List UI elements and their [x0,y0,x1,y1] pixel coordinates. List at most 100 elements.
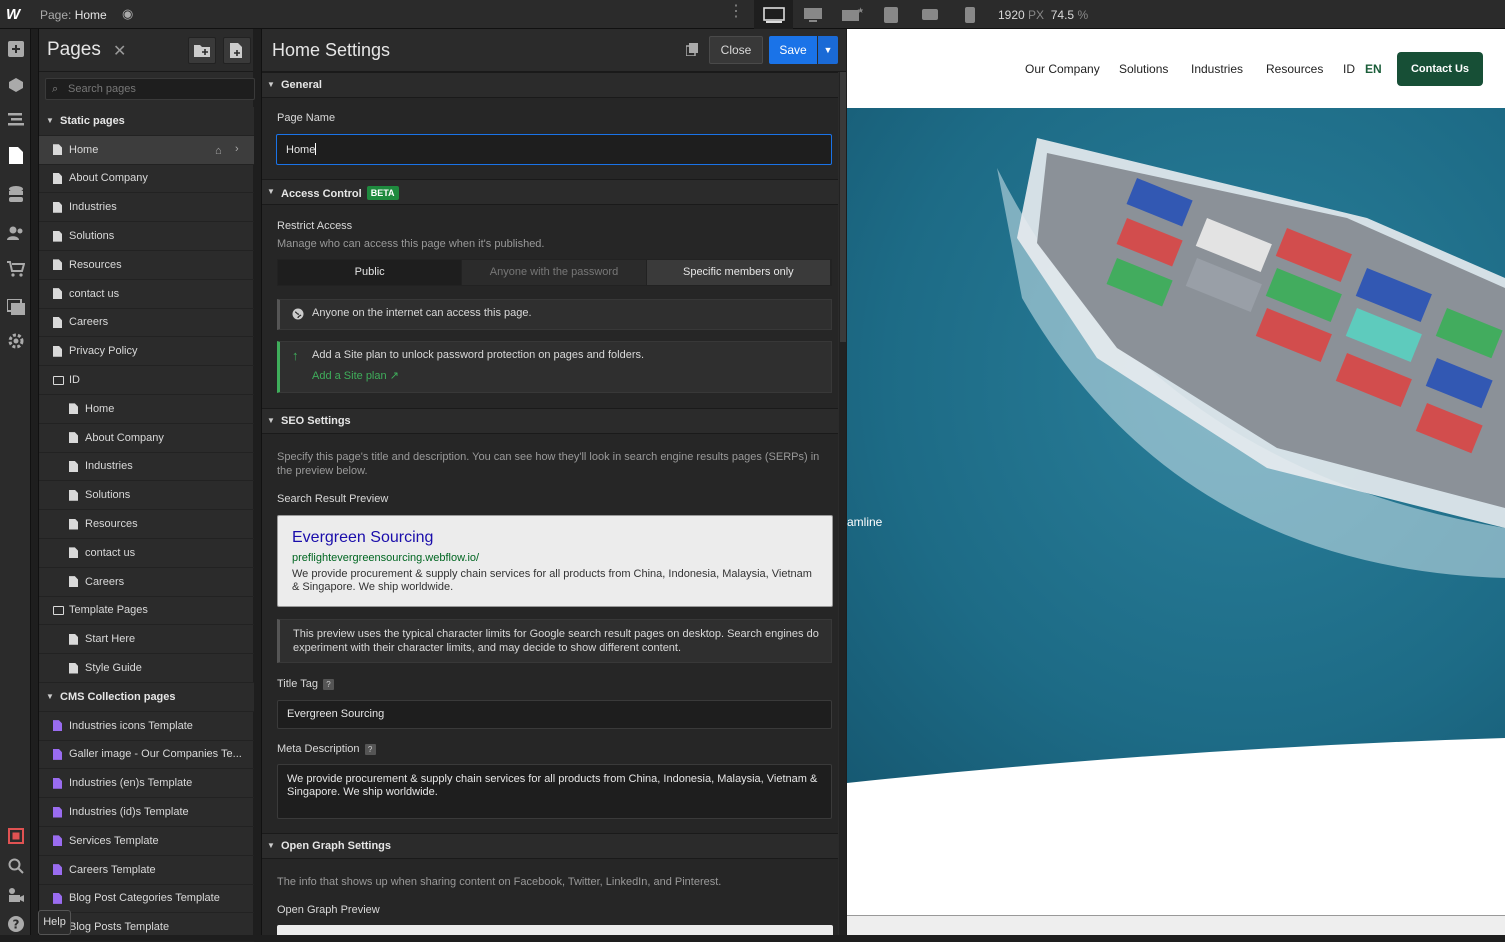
webflow-logo-icon[interactable]: W [6,6,24,23]
new-page-button[interactable] [223,37,251,64]
add-site-plan-link[interactable]: Add a Site plan ↗ [312,369,831,382]
page-item[interactable]: About Company [39,424,254,453]
page-label: Solutions [69,230,115,243]
access-option-public[interactable]: Public [278,260,463,285]
settings-title: Home Settings [272,40,391,60]
save-options-chevron-icon[interactable]: ▼ [818,36,838,64]
cms-page-item[interactable]: Galler image - Our Companies Te... [39,741,254,770]
cms-page-item[interactable]: Blog Posts Template [39,913,254,942]
large-desktop-breakpoint-icon[interactable] [793,0,832,29]
current-page-indicator[interactable]: Page: Home [40,8,107,22]
assets-icon[interactable] [6,297,25,316]
page-item[interactable]: Resources [39,251,254,280]
nav-industries[interactable]: Industries [1191,62,1243,76]
page-item[interactable]: Industries [39,453,254,482]
cms-page-item[interactable]: Services Template [39,827,254,856]
page-name-field[interactable]: Home [276,134,832,165]
page-item[interactable]: Resources [39,510,254,539]
nav-lang-id[interactable]: ID [1343,62,1355,76]
save-button[interactable]: Save [769,36,817,64]
page-item[interactable]: About Company [39,165,254,194]
video-tutorials-icon[interactable] [6,885,25,904]
page-label: Start Here [85,633,136,646]
meta-label-text: Meta Description [277,743,360,755]
mobile-landscape-breakpoint-icon[interactable] [910,0,949,29]
page-label: Blog Posts Template [69,921,170,934]
cms-page-item[interactable]: Industries icons Template [39,712,254,741]
folder-item-template[interactable]: Template Pages [39,597,254,626]
close-pages-panel-icon[interactable]: ✕ [113,41,126,61]
page-item[interactable]: Home ⌂ › [39,135,254,165]
cms-page-item[interactable]: Blog Post Categories Template [39,885,254,914]
duplicate-page-icon[interactable] [685,43,698,59]
page-icon [53,172,62,184]
nav-lang-en[interactable]: EN [1365,62,1382,76]
title-tag-field[interactable]: Evergreen Sourcing [277,700,832,729]
page-item[interactable]: Solutions [39,222,254,251]
xl-breakpoint-icon[interactable]: ★ [832,0,871,29]
navigator-icon[interactable] [6,110,25,129]
folder-item-id[interactable]: ID [39,366,254,395]
design-canvas[interactable]: Our Company Solutions Industries Resourc… [847,29,1505,935]
page-item[interactable]: Style Guide [39,654,254,683]
title-tag-text: Title Tag [277,678,318,690]
cms-page-item[interactable]: Industries (id)s Template [39,798,254,827]
title-tag-help-icon[interactable]: ? [322,679,334,690]
nav-solutions[interactable]: Solutions [1119,62,1168,76]
settings-gear-icon[interactable] [6,331,25,350]
preview-eye-icon[interactable]: ◉ [122,6,133,22]
og-preview-label: Open Graph Preview [277,904,380,916]
page-settings-chevron-icon[interactable]: › [235,143,239,155]
seo-header-label: SEO Settings [281,415,351,427]
tablet-breakpoint-icon[interactable] [871,0,910,29]
meta-description-field[interactable]: We provide procurement & supply chain se… [277,764,832,819]
cms-page-item[interactable]: Industries (en)s Template [39,769,254,799]
help-icon[interactable]: ? [6,914,25,933]
general-section-header[interactable]: ▼ General [262,72,838,98]
search-pages-input[interactable]: ⌕ Search pages [45,78,255,100]
canvas-bottom-bar [847,915,1505,935]
contact-us-button[interactable]: Contact Us [1397,52,1483,86]
record-icon[interactable] [6,826,25,845]
page-label: Careers [85,575,125,588]
open-graph-section-header[interactable]: ▼ Open Graph Settings [262,833,838,859]
add-element-icon[interactable] [6,39,25,58]
ecommerce-icon[interactable] [6,259,25,278]
cms-icon[interactable] [6,185,25,204]
symbols-icon[interactable] [6,75,25,94]
page-item[interactable]: contact us [39,280,254,309]
page-item[interactable]: Industries [39,193,254,223]
desktop-breakpoint-icon[interactable] [754,0,793,29]
page-item[interactable]: Solutions [39,481,254,511]
cms-page-item[interactable]: Careers Template [39,856,254,885]
access-option-members[interactable]: Specific members only [646,260,831,285]
mobile-portrait-breakpoint-icon[interactable] [950,0,989,29]
new-folder-button[interactable] [188,37,216,64]
page-name: Home [74,8,107,22]
access-control-section-header[interactable]: ▼ Access Control BETA [262,179,838,205]
settings-scrollbar[interactable] [839,72,846,935]
page-label: About Company [69,172,148,185]
top-toolbar: W Page: Home ◉ ⋮ ★ 1920 PX 74.5 % [0,0,1505,29]
users-icon[interactable] [6,223,25,242]
page-item[interactable]: contact us [39,539,254,568]
search-icon[interactable] [6,856,25,875]
scrollbar-thumb[interactable] [840,72,846,342]
page-item[interactable]: Careers [39,309,254,338]
access-option-password[interactable]: Anyone with the password [462,260,647,285]
page-item[interactable]: Careers [39,568,254,597]
page-item[interactable]: Start Here [39,625,254,655]
pages-icon[interactable] [6,146,25,165]
more-options-icon[interactable]: ⋮ [728,4,744,20]
search-pages-icon: ⌕ [52,83,59,95]
seo-section-header[interactable]: ▼ SEO Settings [262,408,838,434]
nav-resources[interactable]: Resources [1266,62,1323,76]
page-item[interactable]: Privacy Policy [39,337,254,367]
nav-our-company[interactable]: Our Company [1025,62,1100,76]
page-icon [53,345,62,357]
cms-pages-header[interactable]: ▼ CMS Collection pages [39,682,254,712]
close-button[interactable]: Close [709,36,763,64]
static-pages-header[interactable]: ▼ Static pages [39,107,254,136]
meta-help-icon[interactable]: ? [364,744,376,755]
page-item[interactable]: Home [39,395,254,424]
